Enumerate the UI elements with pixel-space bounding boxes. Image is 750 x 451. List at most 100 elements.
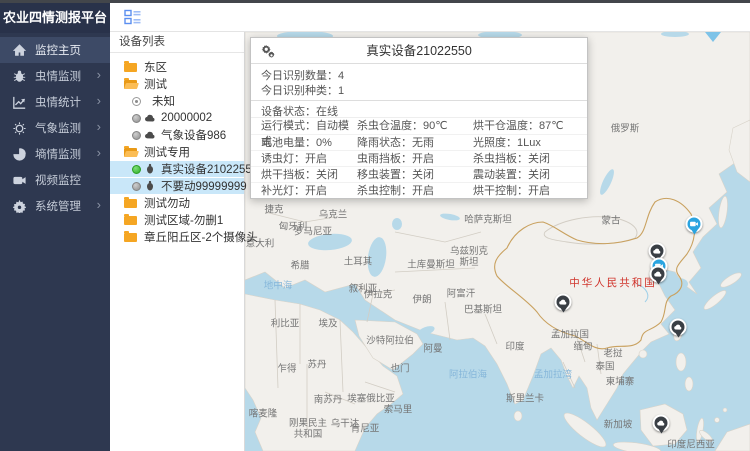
sidebar-item-monitor-home[interactable]: 监控主页	[0, 37, 110, 63]
home-icon	[13, 44, 26, 57]
popup-parameter-grid: 运行模式：自动模式杀虫仓温度：90℃烘干仓温度：87℃电池电量：0%降雨状态：无…	[251, 117, 587, 198]
popup-grid-cell: 移虫装置：关闭	[357, 167, 473, 183]
bug-icon	[144, 180, 156, 192]
sidebar-item-pest-stats[interactable]: 虫情统计 ›	[0, 89, 110, 115]
popup-stats: 今日识别数量：4 今日识别种类：1	[251, 64, 587, 101]
device-tree: 东区 测试 未知 20000002 气象设备986 测	[110, 53, 244, 245]
sidebar: 农业四情测报平台 监控主页 虫情监测 › 虫情统计 › 气象监测 ›	[0, 0, 110, 451]
popup-grid-cell: 诱虫灯：开启	[261, 151, 357, 167]
sidebar-item-label: 虫情统计	[35, 94, 81, 110]
sidebar-item-label: 虫情监测	[35, 68, 81, 84]
tree-label: 东区	[144, 59, 167, 75]
tree-label: 未知	[152, 93, 175, 109]
popup-grid-cell: 补光灯：开启	[261, 183, 357, 199]
bug-icon	[13, 70, 26, 83]
tree-item-weather-device[interactable]: 20000002	[110, 110, 244, 126]
device-info-popup: 真实设备21022550 今日识别数量：4 今日识别种类：1 设备状态：在线 运…	[250, 37, 588, 199]
sidebar-item-pest-monitor[interactable]: 虫情监测 ›	[0, 63, 110, 89]
chart-icon	[13, 96, 26, 109]
sidebar-item-label: 墒情监测	[35, 146, 81, 162]
tree-label: 20000002	[161, 112, 212, 124]
sidebar-item-weather-monitor[interactable]: 气象监测 ›	[0, 115, 110, 141]
stat-recognized-types: 今日识别种类：1	[251, 82, 587, 97]
sidebar-item-system-manage[interactable]: 系统管理 ›	[0, 193, 110, 219]
map-marker-weather-device[interactable]	[653, 415, 670, 432]
camera-icon	[13, 174, 26, 187]
cloud-icon	[674, 323, 683, 332]
popup-grid-cell: 光照度：1Lux	[473, 135, 577, 151]
popup-title: 真实设备21022550	[366, 44, 472, 58]
popup-grid-row: 运行模式：自动模式杀虫仓温度：90℃烘干仓温度：87℃	[251, 118, 587, 134]
tree-folder-test-nomove[interactable]: 测试勿动	[110, 195, 244, 211]
offline-status-dot	[132, 131, 141, 140]
popup-grid-row: 诱虫灯：开启虫雨挡板：开启杀虫挡板：关闭	[251, 150, 587, 166]
top-toolbar	[110, 3, 750, 32]
gear-icon	[13, 200, 26, 213]
popup-grid-cell: 降雨状态：无雨	[357, 135, 473, 151]
map-marker-camera[interactable]	[686, 216, 703, 233]
cloud-icon	[144, 129, 156, 141]
sidebar-item-label: 系统管理	[35, 198, 81, 214]
tree-label: 真实设备21022550	[161, 161, 258, 177]
sidebar-item-label: 监控主页	[35, 42, 81, 58]
tree-item-donttouch-device[interactable]: 不要动99999999	[110, 178, 244, 194]
chevron-right-icon: ›	[97, 197, 101, 212]
map-marker-weather-device[interactable]	[670, 319, 687, 336]
tree-folder-zhangqiu[interactable]: 章丘阳丘区-2个摄像头	[110, 229, 244, 245]
cloud-icon	[559, 298, 568, 307]
tree-label: 不要动99999999	[161, 178, 247, 194]
cloud-icon	[657, 419, 666, 428]
tree-label: 章丘阳丘区-2个摄像头	[144, 229, 258, 245]
target-icon	[132, 97, 141, 106]
online-status-dot	[132, 165, 141, 174]
map-marker-weather-device[interactable]	[555, 294, 572, 311]
popup-grid-cell: 杀虫挡板：关闭	[473, 151, 577, 167]
device-status-row: 设备状态：在线	[251, 101, 587, 117]
device-list-header: 设备列表	[110, 32, 244, 53]
camera-icon	[690, 220, 699, 229]
folder-closed-icon	[124, 216, 137, 225]
tree-item-unknown[interactable]: 未知	[110, 93, 244, 109]
sidebar-menu: 监控主页 虫情监测 › 虫情统计 › 气象监测 › 墒情监测 ›	[0, 37, 110, 219]
tree-folder-test-special[interactable]: 测试专用	[110, 144, 244, 160]
tree-label: 气象设备986	[161, 127, 226, 143]
device-list-panel: 设备列表 东区 测试 未知 20000002 气象设备98	[110, 32, 245, 451]
bug-icon	[144, 163, 156, 175]
popup-grid-row: 电池电量：0%降雨状态：无雨光照度：1Lux	[251, 134, 587, 150]
app-title: 农业四情测报平台	[0, 0, 110, 33]
tree-folder-east[interactable]: 东区	[110, 59, 244, 75]
cloud-icon	[654, 270, 663, 279]
popup-grid-cell: 杀虫控制：开启	[357, 183, 473, 199]
sidebar-item-label: 气象监测	[35, 120, 81, 136]
popup-grid-row: 烘干挡板：关闭移虫装置：关闭震动装置：关闭	[251, 166, 587, 182]
tree-list-toggle-icon[interactable]	[124, 9, 141, 26]
chevron-right-icon: ›	[97, 93, 101, 108]
pie-icon	[13, 148, 26, 161]
cogs-settings-icon[interactable]	[261, 44, 275, 58]
folder-closed-icon	[124, 199, 137, 208]
cloud-icon	[144, 112, 156, 124]
cloud-icon	[653, 247, 662, 256]
popup-grid-cell: 震动装置：关闭	[473, 167, 577, 183]
tree-label: 测试	[144, 76, 167, 92]
map-marker-weather-device[interactable]	[650, 266, 667, 283]
popup-grid-cell: 虫雨挡板：开启	[357, 151, 473, 167]
sidebar-item-video-monitor[interactable]: 视频监控	[0, 167, 110, 193]
tree-folder-test[interactable]: 测试	[110, 76, 244, 92]
tree-item-real-device[interactable]: 真实设备21022550	[110, 161, 244, 177]
popup-grid-cell: 电池电量：0%	[261, 135, 357, 151]
chevron-right-icon: ›	[97, 145, 101, 160]
sun-icon	[13, 122, 26, 135]
tree-item-weather-device[interactable]: 气象设备986	[110, 127, 244, 143]
tree-label: 测试区域-勿删1	[144, 212, 223, 228]
sidebar-item-soil-monitor[interactable]: 墒情监测 ›	[0, 141, 110, 167]
tree-folder-test-region[interactable]: 测试区域-勿删1	[110, 212, 244, 228]
stat-recognized-count: 今日识别数量：4	[251, 67, 587, 82]
chevron-right-icon: ›	[97, 119, 101, 134]
window-top-strip	[0, 0, 750, 3]
folder-closed-icon	[124, 63, 137, 72]
app-window: 农业四情测报平台 监控主页 虫情监测 › 虫情统计 › 气象监测 ›	[0, 0, 750, 451]
tree-label: 测试专用	[144, 144, 190, 160]
folder-open-icon	[124, 148, 137, 157]
popup-header: 真实设备21022550	[251, 38, 587, 64]
